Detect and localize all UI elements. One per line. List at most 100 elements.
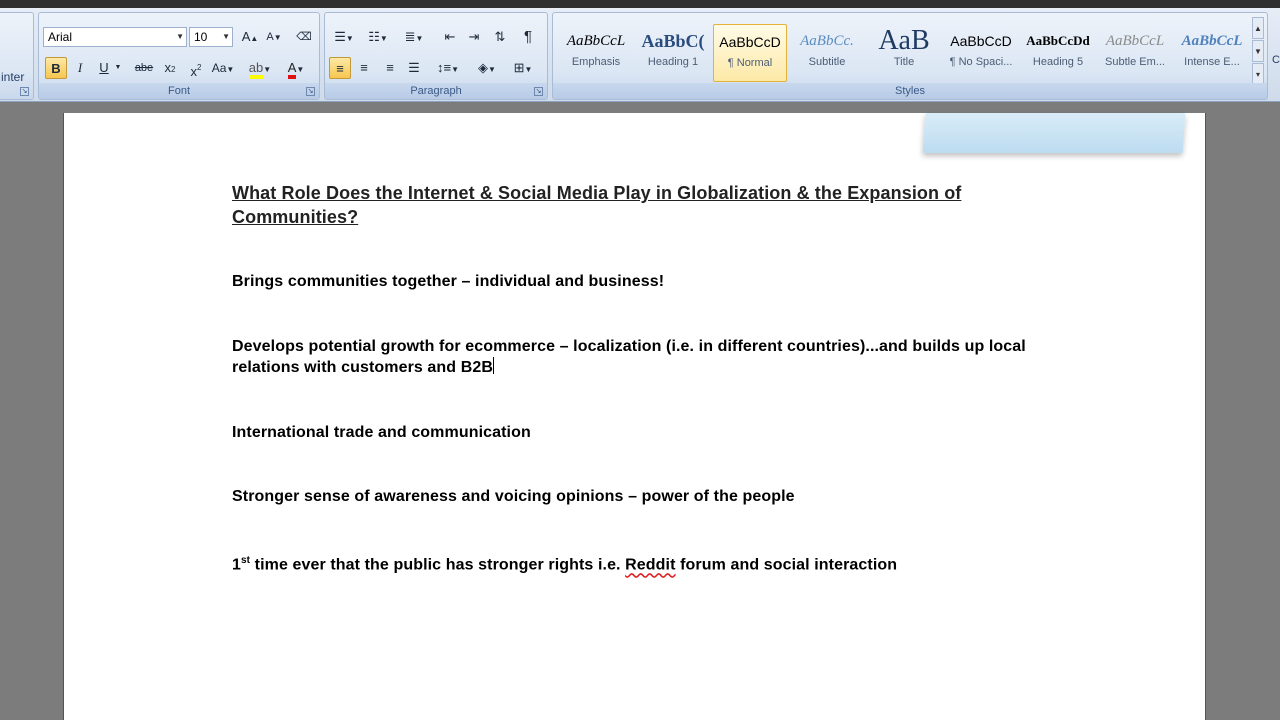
align-left-button[interactable]: ≡ bbox=[329, 57, 351, 79]
style-name: Intense E... bbox=[1184, 56, 1240, 68]
bullets-button[interactable]: ☰▼ bbox=[329, 26, 359, 48]
more-styles-icon[interactable]: ▾ bbox=[1252, 63, 1264, 85]
style-subtitle[interactable]: AaBbCc. Subtitle bbox=[790, 24, 864, 82]
paragraph-3[interactable]: International trade and communication bbox=[232, 422, 531, 443]
change-case-button[interactable]: Aa▼ bbox=[209, 57, 237, 79]
clear-formatting-button[interactable]: ⌫ bbox=[293, 26, 315, 48]
paragraph-5-end: forum and social interaction bbox=[675, 556, 898, 574]
decrease-indent-icon: ⇤ bbox=[444, 29, 456, 44]
clipboard-launcher-icon[interactable]: ↘ bbox=[20, 87, 29, 96]
paragraph-2[interactable]: Develops potential growth for ecommerce … bbox=[232, 336, 1032, 378]
align-left-icon: ≡ bbox=[336, 61, 344, 76]
format-painter-label[interactable]: inter bbox=[1, 70, 24, 84]
style-sample: AaBbCcL bbox=[566, 33, 626, 49]
font-size-select[interactable]: 10 ▼ bbox=[189, 27, 233, 47]
shrink-font-icon: A bbox=[266, 31, 274, 43]
paragraph-group-label: Paragraph bbox=[325, 83, 547, 99]
clear-formatting-icon: ⌫ bbox=[296, 31, 312, 43]
align-center-icon: ≡ bbox=[360, 60, 368, 75]
highlight-color-button[interactable]: ab▼ bbox=[245, 57, 275, 79]
chevron-down-icon[interactable]: ▼ bbox=[1252, 40, 1264, 62]
paragraph-4[interactable]: Stronger sense of awareness and voicing … bbox=[232, 486, 795, 507]
change-case-icon: Aa bbox=[211, 61, 227, 75]
paragraph-5-text: time ever that the public has stronger r… bbox=[250, 556, 626, 574]
paragraph-1[interactable]: Brings communities together – individual… bbox=[232, 271, 664, 292]
style-intense-emphasis[interactable]: AaBbCcL Intense E... bbox=[1175, 24, 1249, 82]
bullet-list-icon: ☰ bbox=[334, 29, 346, 44]
chevron-down-icon[interactable]: ▼ bbox=[222, 28, 230, 46]
ribbon: inter ↘ Arial ▼ 10 ▼ A▲ A▼ ⌫ B I U ▼ abe… bbox=[0, 8, 1280, 102]
style-name: Subtitle bbox=[808, 56, 846, 68]
styles-group-label: Styles bbox=[553, 83, 1267, 99]
multilevel-list-button[interactable]: ≣▼ bbox=[397, 26, 431, 48]
paint-bucket-icon: ◈ bbox=[478, 60, 489, 75]
style-title[interactable]: AaB Title bbox=[867, 24, 941, 82]
paragraph-2-text: Develops potential growth for ecommerce … bbox=[232, 338, 1026, 376]
align-center-button[interactable]: ≡ bbox=[353, 57, 375, 79]
paragraph-group: ☰▼ ☷▼ ≣▼ ⇤ ⇥ ⇅ ¶ ≡ ≡ ≡ ☰ ↕≡▼ ◈▼ ⊞▼ Parag… bbox=[324, 12, 548, 100]
document-heading[interactable]: What Role Does the Internet & Social Med… bbox=[232, 181, 1092, 229]
paragraph-5[interactable]: 1st time ever that the public has strong… bbox=[232, 550, 897, 575]
underline-dropdown-icon[interactable]: ▼ bbox=[113, 57, 123, 79]
style-name: Title bbox=[893, 56, 915, 68]
change-styles-partial-label[interactable]: C bbox=[1272, 54, 1280, 66]
italic-button[interactable]: I bbox=[69, 57, 91, 79]
styles-gallery-scroller[interactable]: ▲ ▼ ▾ bbox=[1252, 17, 1264, 87]
chevron-down-icon[interactable]: ▼ bbox=[176, 28, 184, 46]
style-name: Heading 5 bbox=[1032, 56, 1084, 68]
align-right-icon: ≡ bbox=[386, 60, 394, 75]
style-emphasis[interactable]: AaBbCcL Emphasis bbox=[559, 24, 633, 82]
font-size-value: 10 bbox=[194, 30, 208, 44]
style-sample: AaBbCcDd bbox=[1026, 33, 1090, 48]
sort-button[interactable]: ⇅ bbox=[489, 26, 511, 48]
font-dialog-launcher-icon[interactable]: ↘ bbox=[306, 87, 315, 96]
paragraph-dialog-launcher-icon[interactable]: ↘ bbox=[534, 87, 543, 96]
style-sample: AaBbCcL bbox=[1181, 33, 1243, 49]
style-normal[interactable]: AaBbCcD ¶ Normal bbox=[713, 24, 787, 82]
underline-button[interactable]: U bbox=[93, 57, 115, 79]
shading-button[interactable]: ◈▼ bbox=[471, 57, 503, 79]
superscript-button[interactable]: x2 bbox=[185, 57, 207, 79]
style-name: ¶ No Spaci... bbox=[949, 56, 1013, 68]
chevron-up-icon[interactable]: ▲ bbox=[1252, 17, 1264, 39]
style-name: Subtle Em... bbox=[1105, 56, 1165, 68]
borders-icon: ⊞ bbox=[513, 60, 525, 75]
shrink-font-button[interactable]: A▼ bbox=[263, 26, 285, 48]
font-group: Arial ▼ 10 ▼ A▲ A▼ ⌫ B I U ▼ abe x2 x2 A… bbox=[38, 12, 320, 100]
line-spacing-icon: ↕≡ bbox=[436, 60, 452, 75]
justify-button[interactable]: ☰ bbox=[403, 57, 425, 79]
clipboard-group: inter ↘ bbox=[0, 12, 34, 100]
style-heading-1[interactable]: AaBbC( Heading 1 bbox=[636, 24, 710, 82]
strikethrough-button[interactable]: abe bbox=[131, 57, 157, 79]
increase-indent-button[interactable]: ⇥ bbox=[463, 26, 485, 48]
font-family-value: Arial bbox=[48, 30, 73, 44]
style-subtle-emphasis[interactable]: AaBbCcL Subtle Em... bbox=[1098, 24, 1172, 82]
sort-icon: ⇅ bbox=[494, 29, 506, 44]
borders-button[interactable]: ⊞▼ bbox=[507, 57, 539, 79]
ordinal-number: 1 bbox=[232, 556, 241, 574]
subscript-button[interactable]: x2 bbox=[159, 57, 181, 79]
show-formatting-button[interactable]: ¶ bbox=[517, 26, 539, 48]
style-heading-5[interactable]: AaBbCcDd Heading 5 bbox=[1021, 24, 1095, 82]
callout-shape bbox=[922, 113, 1186, 153]
font-color-button[interactable]: A▼ bbox=[281, 57, 311, 79]
style-sample: AaBbCc. bbox=[800, 33, 854, 49]
menu-tabs-strip bbox=[0, 0, 1280, 8]
numbering-button[interactable]: ☷▼ bbox=[363, 26, 393, 48]
bold-button[interactable]: B bbox=[45, 57, 67, 79]
align-right-button[interactable]: ≡ bbox=[379, 57, 401, 79]
line-spacing-button[interactable]: ↕≡▼ bbox=[431, 57, 465, 79]
grow-font-button[interactable]: A▲ bbox=[239, 26, 261, 48]
font-family-select[interactable]: Arial ▼ bbox=[43, 27, 187, 47]
styles-group: AaBbCcL Emphasis AaBbC( Heading 1 AaBbCc… bbox=[552, 12, 1268, 100]
style-name: ¶ Normal bbox=[727, 57, 773, 69]
multilevel-list-icon: ≣ bbox=[404, 29, 416, 44]
decrease-indent-button[interactable]: ⇤ bbox=[439, 26, 461, 48]
increase-indent-icon: ⇥ bbox=[468, 29, 480, 44]
style-sample: AaBbCcL bbox=[1105, 33, 1165, 49]
text-cursor bbox=[493, 357, 495, 374]
numbered-list-icon: ☷ bbox=[368, 29, 380, 44]
style-sample: AaBbCcD bbox=[719, 34, 781, 50]
spellcheck-word[interactable]: Reddit bbox=[625, 556, 675, 573]
style-no-spacing[interactable]: AaBbCcD ¶ No Spaci... bbox=[944, 24, 1018, 82]
